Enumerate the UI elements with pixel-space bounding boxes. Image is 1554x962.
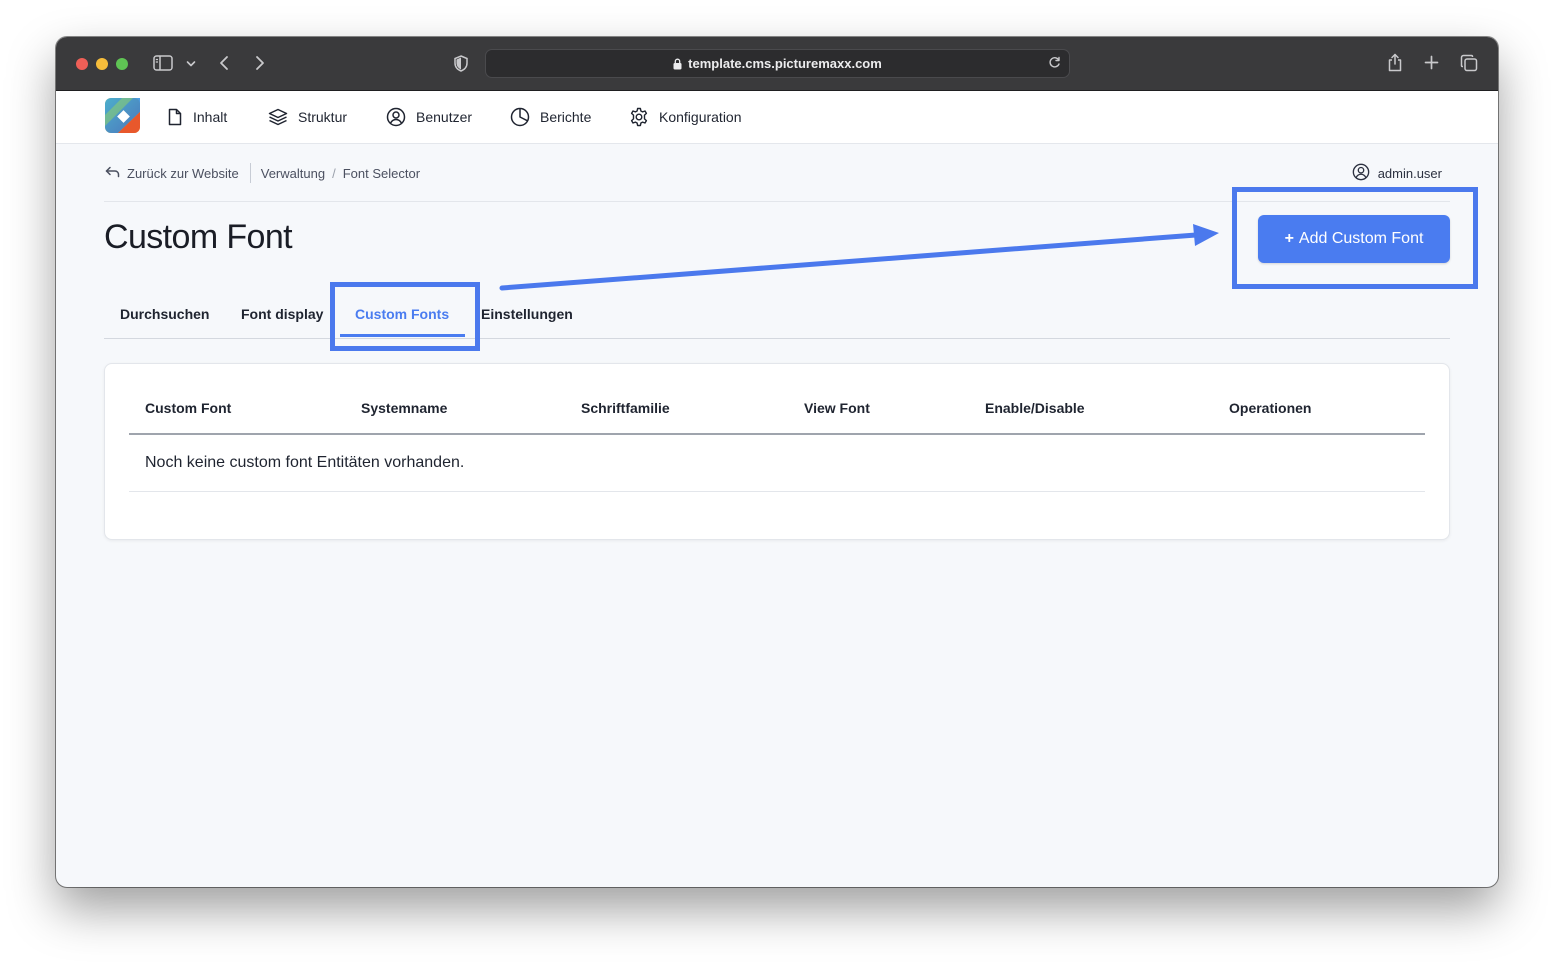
back-to-website-label: Zurück zur Website: [127, 165, 239, 181]
column-header-view-font: View Font: [804, 399, 870, 416]
url-text: template.cms.picturemaxx.com: [688, 56, 882, 71]
zoom-window-button[interactable]: [116, 58, 128, 70]
column-header-systemname: Systemname: [361, 399, 448, 416]
user-circle-icon: [386, 107, 406, 127]
browser-toolbar: template.cms.picturemaxx.com: [56, 37, 1498, 91]
breadcrumb-item-font-selector[interactable]: Font Selector: [343, 166, 420, 181]
tabs-overview-icon[interactable]: [1459, 53, 1479, 73]
tab-font-display[interactable]: Font display: [241, 289, 323, 338]
tab-bar: Durchsuchen Font display Custom Fonts Ei…: [104, 289, 1450, 339]
reload-icon[interactable]: [1048, 56, 1061, 69]
nav-item-benutzer[interactable]: Benutzer: [386, 91, 472, 143]
nav-item-berichte[interactable]: Berichte: [510, 91, 591, 143]
page-title: Custom Font: [104, 218, 293, 256]
address-bar[interactable]: template.cms.picturemaxx.com: [485, 49, 1070, 78]
back-to-website-link[interactable]: Zurück zur Website: [105, 166, 239, 181]
pie-chart-icon: [510, 107, 530, 127]
shield-icon[interactable]: [453, 54, 469, 72]
table-header: Custom Font Systemname Schriftfamilie Vi…: [129, 382, 1425, 435]
nav-item-label: Berichte: [540, 109, 592, 125]
nav-item-label: Struktur: [298, 109, 348, 125]
app-logo[interactable]: [105, 98, 140, 133]
close-window-button[interactable]: [76, 58, 88, 70]
nav-item-struktur[interactable]: Struktur: [268, 91, 347, 143]
minimize-window-button[interactable]: [96, 58, 108, 70]
tab-einstellungen[interactable]: Einstellungen: [481, 289, 573, 338]
user-name: admin.user: [1377, 165, 1442, 181]
user-menu[interactable]: admin.user: [1352, 159, 1442, 187]
lock-icon: [673, 58, 682, 70]
gear-icon: [629, 107, 649, 127]
divider: [104, 201, 1450, 202]
breadcrumb-separator: /: [332, 165, 336, 181]
share-icon[interactable]: [1386, 52, 1404, 72]
add-custom-font-button[interactable]: + Add Custom Font: [1258, 215, 1450, 263]
forward-arrow-icon[interactable]: [252, 54, 268, 72]
layers-icon: [268, 108, 288, 126]
browser-window: template.cms.picturemaxx.com Inhalt Stru…: [56, 37, 1498, 887]
user-circle-icon: [1352, 163, 1370, 184]
nav-item-label: Inhalt: [193, 109, 228, 125]
breadcrumb-divider: [249, 163, 251, 183]
plus-icon: +: [1284, 230, 1294, 247]
custom-fonts-table: Custom Font Systemname Schriftfamilie Vi…: [104, 363, 1450, 540]
nav-item-label: Konfiguration: [659, 109, 742, 125]
document-icon: [167, 108, 183, 126]
add-custom-font-label: Add Custom Font: [1298, 230, 1424, 247]
nav-item-konfiguration[interactable]: Konfiguration: [629, 91, 742, 143]
breadcrumb-item-verwaltung[interactable]: Verwaltung: [261, 166, 325, 181]
breadcrumb: Zurück zur Website Verwaltung / Font Sel…: [105, 159, 420, 187]
chevron-down-icon[interactable]: [185, 58, 197, 70]
empty-table-message: Noch keine custom font Entitäten vorhand…: [145, 454, 465, 471]
column-header-schriftfamilie: Schriftfamilie: [581, 399, 670, 416]
nav-item-inhalt[interactable]: Inhalt: [167, 91, 227, 143]
app-header: Inhalt Struktur Benutzer Berichte Konfig…: [56, 91, 1498, 144]
active-tab-indicator: [340, 334, 465, 337]
new-tab-icon[interactable]: [1423, 54, 1439, 70]
column-header-custom-font: Custom Font: [145, 399, 232, 416]
return-arrow-icon: [105, 166, 120, 181]
sidebar-icon[interactable]: [152, 54, 174, 72]
column-header-operationen: Operationen: [1229, 399, 1312, 416]
tab-custom-fonts[interactable]: Custom Fonts: [355, 289, 449, 338]
tab-durchsuchen[interactable]: Durchsuchen: [120, 289, 209, 338]
table-row: Noch keine custom font Entitäten vorhand…: [129, 435, 1425, 492]
back-arrow-icon[interactable]: [216, 54, 232, 72]
nav-item-label: Benutzer: [416, 109, 473, 125]
column-header-enable-disable: Enable/Disable: [985, 399, 1085, 416]
